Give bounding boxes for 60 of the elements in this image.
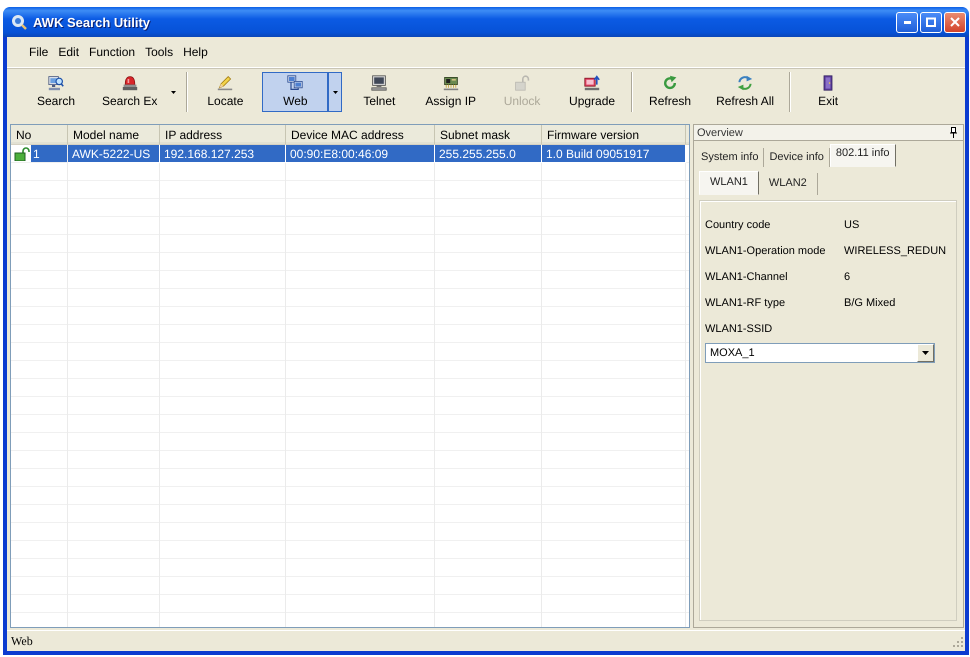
toolbar-button[interactable]: Search Ex [93,72,166,112]
field-label: Country code [705,219,772,231]
monitor-magnifier-icon [46,75,66,91]
toolbar-button[interactable]: Search [23,72,89,112]
minimize-icon [904,20,910,24]
caret-icon [170,90,176,94]
monitor-icon [369,75,390,91]
table-cell: AWK-5222-US [68,145,160,163]
caret-icon [332,90,338,94]
tab[interactable]: System info [696,148,764,167]
close-icon [950,17,960,27]
table-cell: 1.0 Build 09051917 [542,145,686,163]
field-label: WLAN1-Channel [705,271,789,283]
field-value: US [844,219,860,231]
menu-item[interactable]: Function [86,43,138,61]
minimize-button[interactable] [896,12,918,32]
resize-grip-icon [952,636,963,646]
column-header[interactable]: No [11,125,68,144]
column-header[interactable]: Device MAC address [286,125,435,144]
tab[interactable]: WLAN2 [758,173,818,195]
ssid-dropdown[interactable]: MOXA_1 [705,343,935,363]
menu-item[interactable]: Help [180,43,211,61]
toolbar-button[interactable]: Upgrade [559,72,626,112]
column-header[interactable]: Firmware version [542,125,686,144]
networked-computers-icon [285,75,306,91]
column-header[interactable]: Model name [68,125,160,144]
row-number: 1 [31,145,67,162]
column-header[interactable]: Subnet mask [435,125,542,144]
field-value: B/G Mixed [844,297,896,309]
field-label: WLAN1-SSID [705,323,774,335]
table-cell: 255.255.255.0 [435,145,542,163]
magnifier-icon [11,14,27,30]
table-cell: 192.168.127.253 [160,145,286,163]
maximize-icon [926,17,936,27]
toolbar-button[interactable]: Refresh [637,72,704,112]
monitor-arrow-icon [582,75,602,91]
field-label: WLAN1-RF type [705,297,786,309]
field-label: WLAN1-Operation mode [705,245,826,257]
menu-item[interactable]: Edit [55,43,82,61]
column-header[interactable]: IP address [160,125,286,144]
toolbar-button[interactable]: Web [262,72,328,112]
toolbar-button[interactable]: Telnet [346,72,412,112]
tab[interactable]: 802.11 info [830,144,896,167]
close-button[interactable] [944,12,966,32]
window-title: AWK Search Utility [33,14,152,30]
panel-title: Overview [697,126,743,138]
field-value: 6 [844,271,850,283]
field-value: WIRELESS_REDUN [844,245,946,257]
toolbar-button[interactable]: Locate [192,72,258,112]
table-cell: 00:90:E8:00:46:09 [286,145,435,163]
menu-item[interactable]: Tools [142,43,176,61]
tab[interactable]: WLAN1 [699,171,759,195]
toolbar-button[interactable]: Assign IP [416,72,486,112]
menu-item[interactable]: File [26,43,52,61]
status-text: Web [11,634,33,648]
toolbar-button[interactable]: Exit [795,72,862,112]
pin-icon [950,127,957,138]
caret-icon [922,351,929,355]
toolbar-button[interactable]: Refresh All [707,72,784,112]
maximize-button[interactable] [920,12,942,32]
